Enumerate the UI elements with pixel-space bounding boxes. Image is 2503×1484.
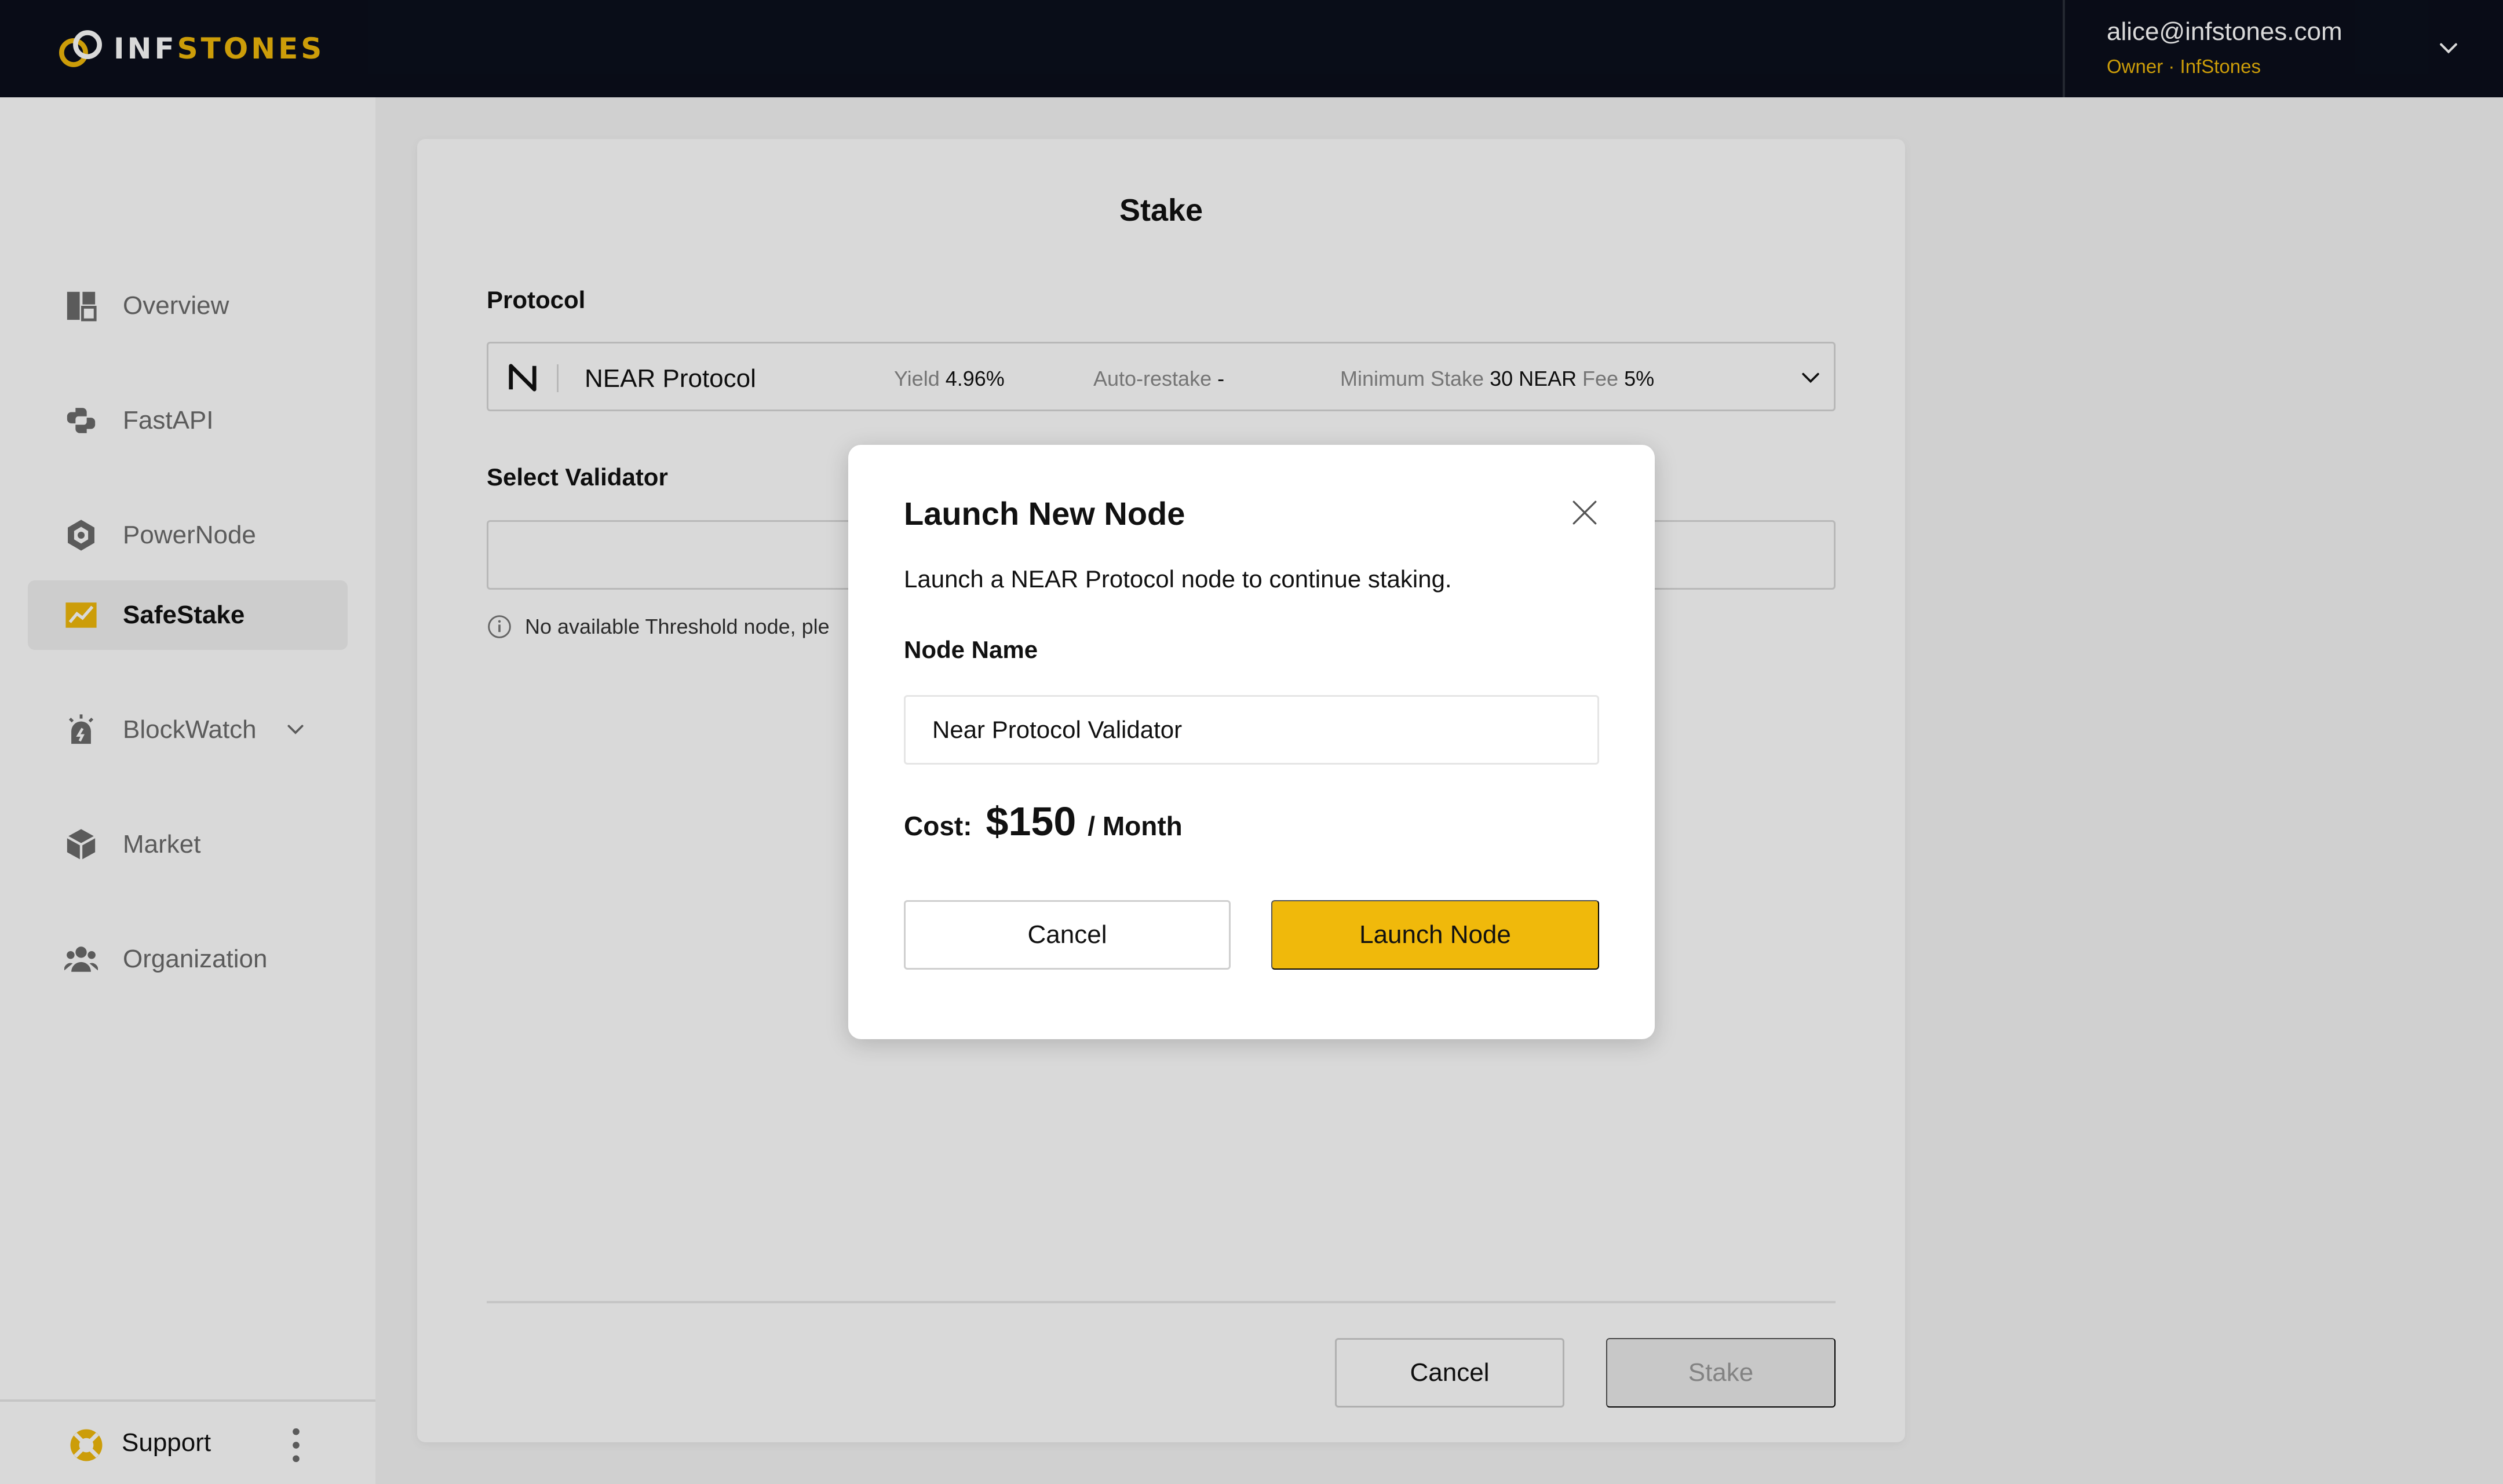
cost-unit: / Month — [1088, 811, 1183, 841]
modal-cancel-button[interactable]: Cancel — [904, 900, 1231, 970]
launch-node-modal: Launch New Node Launch a NEAR Protocol n… — [848, 445, 1655, 1039]
modal-title: Launch New Node — [904, 495, 1185, 532]
cost-amount: $150 — [986, 799, 1077, 844]
cost-label: Cost: — [904, 811, 972, 841]
cost-display: Cost: $150 / Month — [904, 798, 1183, 845]
node-name-label: Node Name — [904, 636, 1038, 663]
node-name-input[interactable] — [904, 695, 1599, 765]
launch-node-button[interactable]: Launch Node — [1271, 900, 1599, 970]
modal-description: Launch a NEAR Protocol node to continue … — [904, 565, 1452, 593]
close-icon[interactable] — [1570, 498, 1599, 527]
